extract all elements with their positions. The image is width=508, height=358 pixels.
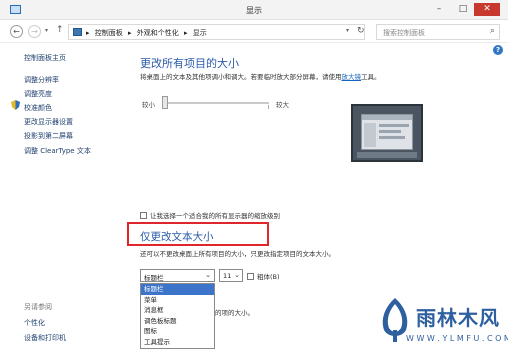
font-size-select[interactable]: 11 ⌄ <box>219 269 243 282</box>
sidebar-item-adjust-resolution[interactable]: 调整分辨率 <box>24 75 59 85</box>
search-icon[interactable]: ⌕ <box>490 26 495 36</box>
text-item-select[interactable]: 标题栏 ⌄ <box>140 269 215 282</box>
font-size-value: 11 <box>223 272 232 280</box>
section-title-all-items: 更改所有项目的大小 <box>140 57 239 70</box>
dropdown-option-title-bar[interactable]: 标题栏 <box>141 284 214 295</box>
sidebar-item-cleartype[interactable]: 调整 ClearType 文本 <box>24 146 91 156</box>
sidebar-item-project-second-screen[interactable]: 投影到第二屏幕 <box>24 131 73 141</box>
size-slider-thumb[interactable] <box>162 96 168 109</box>
breadcrumb-separator: ▸ <box>183 29 188 37</box>
magnifier-link[interactable]: 放大镜 <box>342 73 362 81</box>
see-also-personalization-link[interactable]: 个性化 <box>24 318 45 328</box>
refresh-icon[interactable]: ↻ <box>357 26 365 36</box>
size-slider-track[interactable] <box>163 102 269 104</box>
up-button[interactable]: ↑ <box>56 25 64 35</box>
sidebar-item-change-display-settings[interactable]: 更改显示器设置 <box>24 117 73 127</box>
breadcrumb-separator: ▸ <box>86 29 90 37</box>
section-title-text-only: 仅更改文本大小 <box>140 231 214 243</box>
control-panel-home-link[interactable]: 控制面板主页 <box>24 53 66 63</box>
sidebar-item-adjust-brightness[interactable]: 调整亮度 <box>24 89 52 99</box>
see-also-heading: 另请参阅 <box>24 303 52 311</box>
chevron-down-icon[interactable]: ⌄ <box>234 271 240 279</box>
breadcrumb-item-display[interactable]: 显示 <box>193 29 207 37</box>
see-also-devices-printers-link[interactable]: 设备和打印机 <box>24 333 66 343</box>
minimize-button[interactable]: – <box>432 3 446 16</box>
slider-max-label: 较大 <box>276 101 289 109</box>
address-bar[interactable]: ▸ 控制面板 ▸ 外观和个性化 ▸ 显示 <box>68 24 365 40</box>
custom-scaling-checkbox[interactable] <box>140 212 147 219</box>
partially-hidden-text: 的项的大小。 <box>215 309 254 317</box>
bold-checkbox[interactable] <box>247 273 254 280</box>
custom-scaling-option[interactable]: 让我选择一个适合我的所有显示器的缩放级别 <box>140 210 280 220</box>
sidebar-item-calibrate-color[interactable]: 校准颜色 <box>24 103 52 113</box>
close-button[interactable]: ✕ <box>474 3 500 16</box>
search-input[interactable]: 搜索控制面板 ⌕ <box>376 24 500 40</box>
watermark-url: W W W . Y L M F U . C O M <box>406 334 508 343</box>
help-icon[interactable]: ? <box>493 45 503 55</box>
watermark-title: 雨林木风 <box>416 306 500 330</box>
address-row: ← → ▾ ↑ ▸ 控制面板 ▸ 外观和个性化 ▸ 显示 ▾ ↻ 搜索控制面板 … <box>0 21 508 43</box>
text-item-dropdown-list[interactable]: 标题栏 菜单 消息框 调色板标题 图标 工具提示 <box>140 283 215 349</box>
dropdown-option-message-box[interactable]: 消息框 <box>141 305 214 316</box>
address-dropdown-chevron-icon[interactable]: ▾ <box>346 27 349 34</box>
dropdown-option-tooltip[interactable]: 工具提示 <box>141 337 214 348</box>
watermark-logo: 雨林木风 W W W . Y L M F U . C O M <box>378 296 508 354</box>
breadcrumb-item-appearance[interactable]: 外观和个性化 <box>137 29 179 37</box>
chevron-down-icon[interactable]: ⌄ <box>205 271 211 279</box>
slider-min-label: 较小 <box>142 101 155 109</box>
maximize-button[interactable]: □ <box>456 3 470 16</box>
text-item-selected-value: 标题栏 <box>144 274 164 282</box>
size-slider-ticks <box>163 105 269 109</box>
back-button[interactable]: ← <box>10 25 23 38</box>
breadcrumb-separator: ▸ <box>127 29 132 37</box>
section-description-text-only: 还可以不更改桌面上所有项目的大小，只更改指定项目的文本大小。 <box>140 250 335 258</box>
display-preview-image <box>351 104 423 162</box>
custom-scaling-label: 让我选择一个适合我的所有显示器的缩放级别 <box>150 212 280 220</box>
recent-locations-chevron-icon[interactable]: ▾ <box>45 27 48 34</box>
title-bar: 显示 – □ ✕ <box>0 0 508 20</box>
bold-option[interactable]: 粗体(B) <box>247 271 280 281</box>
dropdown-option-menu[interactable]: 菜单 <box>141 295 214 306</box>
left-pane: 控制面板主页 调整分辨率 调整亮度 校准颜色 更改显示器设置 投影到第二屏幕 调… <box>0 44 122 358</box>
forward-button[interactable]: → <box>28 25 41 38</box>
control-panel-icon <box>73 28 82 36</box>
breadcrumb: ▸ 控制面板 ▸ 外观和个性化 ▸ 显示 <box>86 28 210 38</box>
search-placeholder: 搜索控制面板 <box>383 29 425 37</box>
breadcrumb-item-control-panel[interactable]: 控制面板 <box>95 29 123 37</box>
bold-label: 粗体(B) <box>257 273 280 281</box>
dropdown-option-icon[interactable]: 图标 <box>141 326 214 337</box>
section-description-all-items: 将桌面上的文本及其他项调小和调大。若要临时放大部分屏幕，请使用放大镜工具。 <box>140 73 381 81</box>
dropdown-option-palette-title[interactable]: 调色板标题 <box>141 316 214 327</box>
shield-icon <box>11 100 20 110</box>
